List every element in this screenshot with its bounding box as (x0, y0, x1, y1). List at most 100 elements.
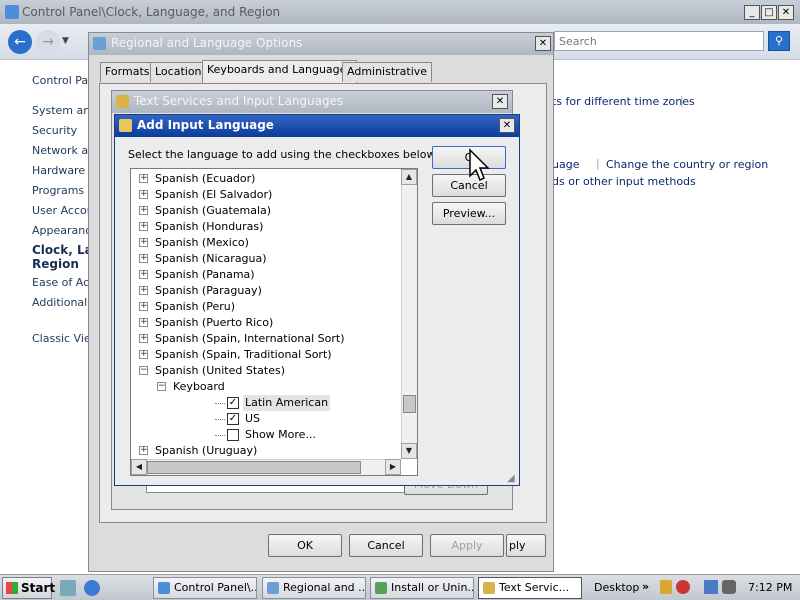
expand-icon[interactable]: + (139, 350, 148, 359)
chevron-down-icon[interactable]: ▼ (62, 36, 69, 46)
add-input-preview-button[interactable]: Preview... (432, 202, 506, 225)
nav-security[interactable]: Security (32, 124, 77, 137)
scroll-thumb[interactable] (403, 395, 416, 413)
nav-user-accounts[interactable]: User Accou (32, 204, 94, 217)
tree-item[interactable]: + Spanish (Uruguay) (131, 443, 401, 459)
tab-location[interactable]: Location (150, 62, 207, 82)
tree-item[interactable]: ✓ US (131, 411, 401, 427)
control-panel-title: Control Panel\Clock, Language, and Regio… (22, 5, 281, 19)
expand-icon[interactable]: + (139, 270, 148, 279)
regional-help-button[interactable]: ply (506, 534, 546, 557)
task-install[interactable]: Install or Unin... (370, 577, 474, 599)
language-tree[interactable]: + Spanish (Ecuador) + Spanish (El Salvador)… (130, 168, 418, 476)
tree-item[interactable]: + Spanish (Guatemala) (131, 203, 401, 219)
tree-item[interactable]: + Spanish (El Salvador) (131, 187, 401, 203)
vertical-scrollbar[interactable]: ▲ ▼ (401, 169, 417, 459)
forward-button[interactable]: → (36, 30, 60, 54)
scroll-left-button[interactable]: ◀ (131, 459, 147, 475)
tree-item[interactable]: + Spanish (Nicaragua) (131, 251, 401, 267)
h-scroll-thumb[interactable] (147, 461, 361, 474)
expand-icon[interactable]: + (139, 286, 148, 295)
expand-icon[interactable]: + (139, 238, 148, 247)
expand-icon[interactable]: + (139, 190, 148, 199)
regional-ok-button[interactable]: OK (268, 534, 342, 557)
security-alert-icon[interactable] (676, 580, 690, 594)
regional-apply-button[interactable]: Apply (430, 534, 504, 557)
browser-icon[interactable] (84, 580, 100, 596)
add-input-close-button[interactable]: ✕ (499, 118, 515, 133)
text-services-titlebar[interactable]: Text Services and Input Languages ✕ (112, 91, 512, 113)
taskbar-clock[interactable]: 7:12 PM (748, 581, 792, 594)
start-button[interactable]: Start (2, 577, 55, 599)
resize-grip[interactable]: ◢ (507, 473, 515, 484)
search-button[interactable]: ⚲ (768, 31, 790, 51)
tree-item[interactable]: Show More... (131, 427, 401, 443)
task-control-panel[interactable]: Control Panel\... (153, 577, 257, 599)
expand-icon[interactable]: + (139, 174, 148, 183)
minimize-button[interactable]: _ (744, 5, 760, 20)
tree-item-label: Spanish (Peru) (155, 300, 236, 313)
tree-item[interactable]: + Spanish (Spain, Traditional Sort) (131, 347, 401, 363)
time-zones-link[interactable]: ts for different time zones (552, 95, 695, 108)
collapse-icon[interactable]: − (139, 366, 148, 375)
control-panel-titlebar[interactable]: Control Panel\Clock, Language, and Regio… (0, 0, 800, 24)
collapse-icon[interactable]: − (157, 382, 166, 391)
nav-programs[interactable]: Programs (32, 184, 84, 197)
task-text-services[interactable]: Text Servic... (478, 577, 582, 599)
regional-close-button[interactable]: ✕ (535, 36, 551, 51)
expand-icon[interactable]: + (139, 446, 148, 455)
expand-icon[interactable]: + (139, 334, 148, 343)
regional-titlebar[interactable]: Regional and Language Options ✕ (89, 33, 553, 55)
task-regional[interactable]: Regional and ... (262, 577, 366, 599)
horizontal-scrollbar[interactable]: ◀ ▶ (131, 459, 401, 475)
tree-item[interactable]: + Spanish (Panama) (131, 267, 401, 283)
tree-item[interactable]: − Spanish (United States) (131, 363, 401, 379)
expand-icon[interactable]: + (139, 318, 148, 327)
nav-ease-of-access[interactable]: Ease of Acc (32, 276, 95, 289)
close-button[interactable]: ✕ (778, 5, 794, 20)
tree-item-label: Spanish (Mexico) (155, 236, 249, 249)
tree-item[interactable]: + Spanish (Spain, International Sort) (131, 331, 401, 347)
tab-administrative[interactable]: Administrative (342, 62, 433, 82)
tree-item[interactable]: ✓ Latin American (131, 395, 401, 411)
tree-item[interactable]: + Spanish (Honduras) (131, 219, 401, 235)
task-label: Control Panel\... (174, 581, 257, 594)
regional-task-icon (267, 582, 279, 594)
expand-icon[interactable]: + (139, 302, 148, 311)
expand-icon[interactable]: + (139, 206, 148, 215)
language-checkbox[interactable] (227, 429, 239, 441)
scroll-up-button[interactable]: ▲ (401, 169, 417, 185)
regional-cancel-button[interactable]: Cancel (349, 534, 423, 557)
expand-icon[interactable]: + (139, 254, 148, 263)
maximize-button[interactable]: □ (761, 5, 777, 20)
search-input[interactable]: Search (554, 31, 764, 51)
tree-item[interactable]: + Spanish (Mexico) (131, 235, 401, 251)
desktop-toolbar-label[interactable]: Desktop (594, 581, 639, 594)
text-services-close-button[interactable]: ✕ (492, 94, 508, 109)
tab-formats[interactable]: Formats (100, 62, 155, 82)
nav-clock-language-region[interactable]: Region (32, 257, 79, 271)
tree-item[interactable]: + Spanish (Peru) (131, 299, 401, 315)
text-services-title: Text Services and Input Languages (134, 94, 344, 108)
tree-item-label: Spanish (Paraguay) (155, 284, 262, 297)
tree-item[interactable]: + Spanish (Ecuador) (131, 171, 401, 187)
show-desktop-icon[interactable] (60, 580, 76, 596)
language-checkbox[interactable]: ✓ (227, 397, 239, 409)
language-checkbox[interactable]: ✓ (227, 413, 239, 425)
toolbar-expand-icon[interactable]: » (642, 580, 649, 593)
tree-item[interactable]: − Keyboard (131, 379, 401, 395)
scroll-right-button[interactable]: ▶ (385, 459, 401, 475)
add-input-titlebar[interactable]: Add Input Language ✕ (115, 115, 519, 137)
change-country-link[interactable]: Change the country or region (606, 158, 768, 171)
input-methods-link[interactable]: ds or other input methods (552, 175, 696, 188)
expand-icon[interactable]: + (139, 222, 148, 231)
volume-icon[interactable] (722, 580, 736, 594)
language-link[interactable]: uage (552, 158, 579, 171)
tree-item[interactable]: + Spanish (Puerto Rico) (131, 315, 401, 331)
shield-icon[interactable] (660, 580, 672, 594)
back-button[interactable]: ← (8, 30, 32, 54)
scroll-down-button[interactable]: ▼ (401, 443, 417, 459)
tree-item[interactable]: + Spanish (Paraguay) (131, 283, 401, 299)
network-icon[interactable] (704, 580, 718, 594)
tab-keyboards-and-languages[interactable]: Keyboards and Languages (202, 60, 358, 83)
